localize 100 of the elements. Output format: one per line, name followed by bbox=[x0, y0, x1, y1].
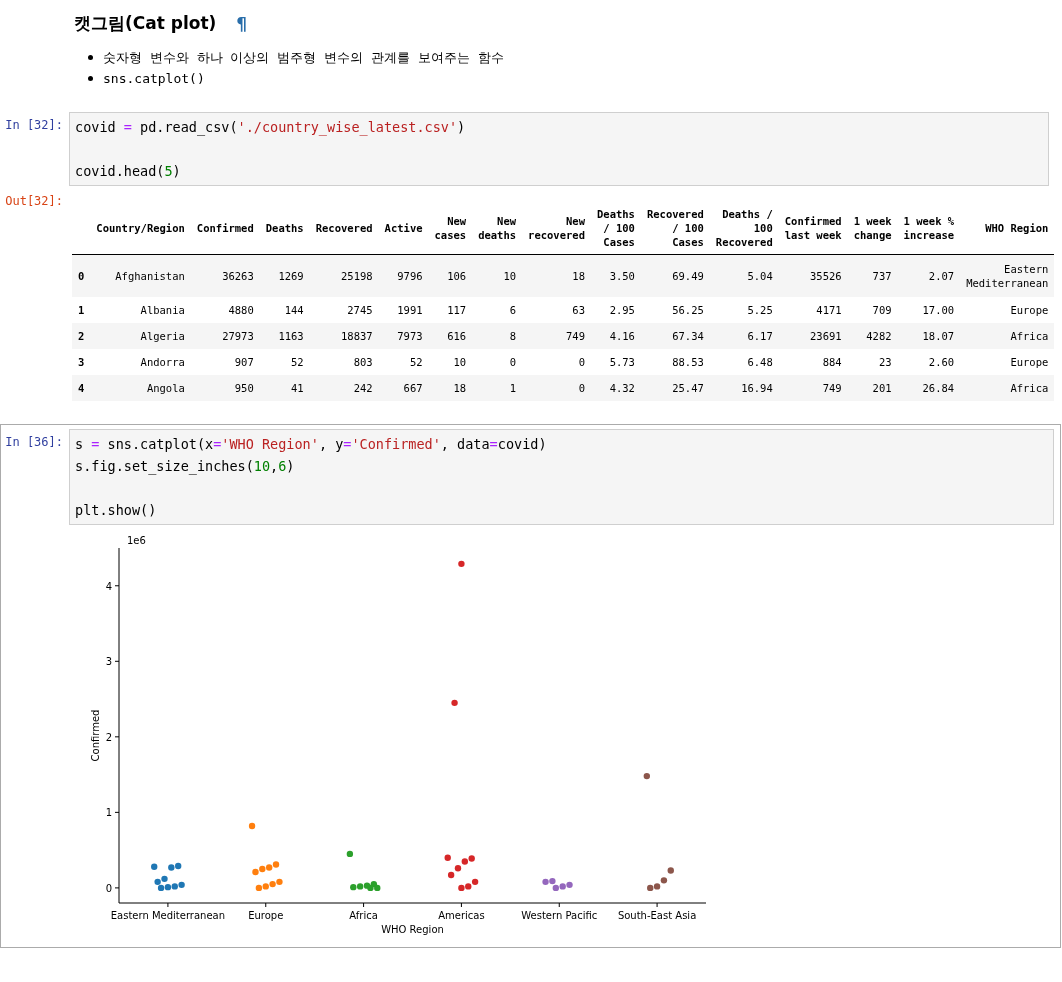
table-cell: 616 bbox=[428, 323, 473, 349]
tick-label: South-East Asia bbox=[617, 910, 697, 921]
column-header: Recovered bbox=[309, 202, 379, 255]
table-cell: 4880 bbox=[190, 297, 260, 323]
table-cell: 9796 bbox=[378, 254, 429, 297]
code-text: covid = pd.read_csv('./country_wise_latest.csv') covid.head(5) bbox=[75, 118, 466, 181]
table-cell: 6.48 bbox=[709, 349, 779, 375]
column-header: Deaths / 100 Recovered bbox=[709, 202, 779, 255]
table-cell: 950 bbox=[190, 375, 260, 401]
table-cell: 17.00 bbox=[897, 297, 961, 323]
table-cell: 23691 bbox=[778, 323, 848, 349]
table-cell: Afghanistan bbox=[90, 254, 191, 297]
table-cell: 749 bbox=[522, 323, 591, 349]
table-cell: 18.07 bbox=[897, 323, 961, 349]
row-index: 3 bbox=[72, 349, 91, 375]
table-cell: 737 bbox=[847, 254, 898, 297]
table-cell: 201 bbox=[847, 375, 898, 401]
table-cell: 26.84 bbox=[897, 375, 961, 401]
column-header: Confirmed last week bbox=[778, 202, 848, 255]
code-text: s = sns.catplot(x='WHO Region', y='Confirmed', data=covid) s.fig.set_size_inches(10,6) plt.show() bbox=[75, 435, 547, 520]
table-cell: Algeria bbox=[90, 323, 191, 349]
table-cell: 67.34 bbox=[640, 323, 710, 349]
anchor-link[interactable]: ¶ bbox=[236, 13, 248, 34]
table-cell: 5.25 bbox=[709, 297, 779, 323]
table-cell: 3.50 bbox=[591, 254, 641, 297]
table-cell: 10 bbox=[472, 254, 523, 297]
data-point bbox=[248, 822, 256, 830]
table-cell: 41 bbox=[259, 375, 310, 401]
table-cell: 709 bbox=[847, 297, 898, 323]
table-cell: 884 bbox=[778, 349, 848, 375]
tick-label: 0 bbox=[105, 882, 112, 894]
table-cell: 36263 bbox=[190, 254, 260, 297]
bullet-text: 숫자형 변수와 하나 이상의 범주형 변수의 관계를 보여주는 함수 bbox=[103, 49, 504, 67]
input-prompt: In [32]: bbox=[4, 117, 64, 132]
table-cell: 1163 bbox=[259, 323, 310, 349]
code-editor[interactable]: covid = pd.read_csv('./country_wise_latest.csv') covid.head(5) bbox=[69, 112, 1049, 186]
data-point bbox=[444, 854, 451, 861]
column-header: Deaths bbox=[259, 202, 310, 255]
table-cell: 25.47 bbox=[640, 375, 710, 401]
column-header: Country/Region bbox=[90, 202, 191, 255]
table-cell: Andorra bbox=[90, 349, 191, 375]
table-cell: 1 bbox=[472, 375, 523, 401]
table-cell: 35526 bbox=[778, 254, 848, 297]
table-cell: 106 bbox=[428, 254, 473, 297]
table-cell: Africa bbox=[960, 323, 1055, 349]
table-cell: 0 bbox=[522, 349, 591, 375]
tick-label: Americas bbox=[438, 910, 485, 921]
table-cell: 23 bbox=[847, 349, 898, 375]
table-cell: 88.53 bbox=[640, 349, 710, 375]
tick-label: 4 bbox=[105, 580, 112, 592]
table-cell: 1269 bbox=[259, 254, 310, 297]
column-header: Deaths / 100 Cases bbox=[591, 202, 641, 255]
code-editor[interactable]: s = sns.catplot(x='WHO Region', y='Confirmed', data=covid) s.fig.set_size_inches(10,6) plt.show() bbox=[69, 429, 1054, 525]
table-cell: 16.94 bbox=[709, 375, 779, 401]
column-header: Confirmed bbox=[190, 202, 260, 255]
table-cell: 5.73 bbox=[591, 349, 641, 375]
table-cell: 6.17 bbox=[709, 323, 779, 349]
table-cell: 25198 bbox=[309, 254, 379, 297]
table-cell: 0 bbox=[472, 349, 523, 375]
tick-label: Africa bbox=[349, 910, 378, 921]
data-point bbox=[643, 772, 650, 780]
column-header: New recovered bbox=[522, 202, 591, 255]
table-cell: 6 bbox=[472, 297, 523, 323]
table-cell: 52 bbox=[378, 349, 429, 375]
column-header: 1 week change bbox=[847, 202, 898, 255]
row-index: 0 bbox=[72, 254, 91, 297]
table-cell: 18 bbox=[522, 254, 591, 297]
axis-offset-label: 1e6 bbox=[127, 535, 146, 546]
column-header: Recovered / 100 Cases bbox=[640, 202, 710, 255]
axis-title: Confirmed bbox=[90, 709, 101, 762]
table-cell: 27973 bbox=[190, 323, 260, 349]
table-cell: 63 bbox=[522, 297, 591, 323]
table-cell: 4.16 bbox=[591, 323, 641, 349]
table-cell: 56.25 bbox=[640, 297, 710, 323]
row-index: 2 bbox=[72, 323, 91, 349]
table-cell: 803 bbox=[309, 349, 379, 375]
table-cell: Angola bbox=[90, 375, 191, 401]
tick-label: 1 bbox=[105, 807, 112, 819]
table-cell: 2.95 bbox=[591, 297, 641, 323]
input-prompt: In [36]: bbox=[4, 434, 64, 449]
table-cell: 10 bbox=[428, 349, 473, 375]
row-index: 1 bbox=[72, 297, 91, 323]
data-point bbox=[346, 850, 354, 858]
table-cell: 117 bbox=[428, 297, 473, 323]
column-header: WHO Region bbox=[960, 202, 1055, 255]
table-cell: 242 bbox=[309, 375, 379, 401]
data-point bbox=[451, 699, 458, 707]
row-index: 4 bbox=[72, 375, 91, 401]
data-point bbox=[151, 863, 158, 870]
table-cell: Europe bbox=[960, 349, 1055, 375]
bullet-icon bbox=[88, 55, 93, 60]
table-cell: 4.32 bbox=[591, 375, 641, 401]
table-cell: 1991 bbox=[378, 297, 429, 323]
column-header: 1 week % increase bbox=[897, 202, 961, 255]
heading-title: 캣그림(Cat plot) bbox=[74, 12, 217, 35]
table-cell: 7973 bbox=[378, 323, 429, 349]
selected-cell[interactable] bbox=[0, 424, 1061, 948]
table-cell: Europe bbox=[960, 297, 1055, 323]
table-cell: 749 bbox=[778, 375, 848, 401]
tick-label: 2 bbox=[105, 731, 112, 743]
